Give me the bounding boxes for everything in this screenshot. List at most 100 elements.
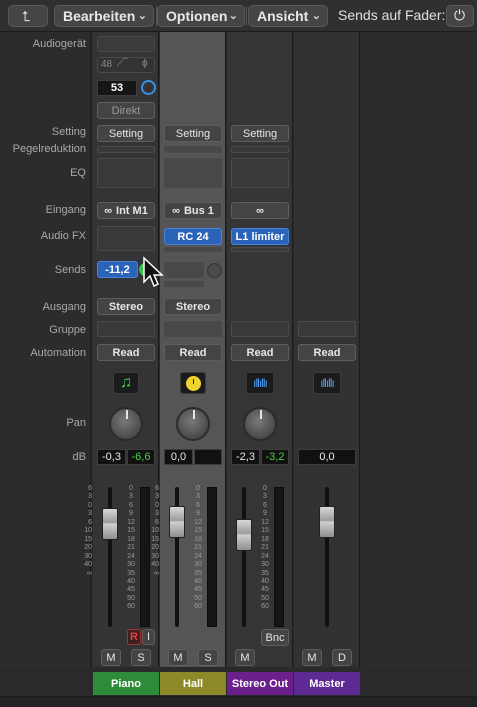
phase-invert-icon[interactable]: ϕ xyxy=(142,58,148,69)
gain-reduction-meter-stereo-out xyxy=(231,146,289,153)
volume-fader-master[interactable] xyxy=(319,506,335,538)
solo-button-piano[interactable]: S xyxy=(131,649,151,666)
volume-value-hall[interactable]: 0,0 xyxy=(164,449,193,465)
scale-tick-label: 18 xyxy=(127,535,135,543)
input-slot-piano[interactable]: ∞ Int M1 xyxy=(97,202,155,219)
scale-tick-label: 40 xyxy=(151,561,159,569)
chevron-down-icon: ⌄ xyxy=(228,10,238,22)
scale-tick-label: 3 xyxy=(155,493,159,501)
arrow-up-left-icon: ⮤ xyxy=(22,8,31,24)
volume-fader-piano[interactable] xyxy=(102,508,118,540)
eq-display-piano[interactable] xyxy=(97,158,155,188)
send-empty-slot-hall[interactable] xyxy=(164,281,204,287)
scale-tick-label: 35 xyxy=(261,569,269,577)
volume-value-stereo-out[interactable]: -2,3 xyxy=(231,449,260,465)
scale-tick-label: 10 xyxy=(151,527,159,535)
input-slot-hall[interactable]: ∞ Bus 1 xyxy=(164,202,222,219)
track-icon-master[interactable]: ıllıllı xyxy=(313,372,341,394)
track-icon-hall[interactable] xyxy=(180,372,206,394)
scale-tick-label: 20 xyxy=(151,544,159,552)
peak-value-stereo-out[interactable]: -3,2 xyxy=(261,449,289,465)
pan-knob-piano[interactable] xyxy=(109,407,143,441)
send-slot-hall[interactable] xyxy=(164,262,204,278)
output-slot-hall[interactable]: Stereo xyxy=(164,298,222,315)
meter-scale-stereo-out: 0 3 6 9 12 15 18 21 24 30 35 40 45 50 60 xyxy=(259,485,271,612)
scale-tick-label: 35 xyxy=(127,569,135,577)
label-setting: Setting xyxy=(51,126,86,138)
send-knob-hall[interactable] xyxy=(207,263,222,278)
audio-fx-slot-piano[interactable] xyxy=(97,226,155,251)
track-icon-stereo-out[interactable]: ıllıllı xyxy=(246,372,274,394)
mute-button-stereo-out[interactable]: M xyxy=(235,649,255,666)
bounce-button[interactable]: Bnc xyxy=(261,629,289,646)
volume-value-master[interactable]: 0,0 xyxy=(298,449,356,465)
automation-mode-piano[interactable]: Read xyxy=(97,344,155,361)
scale-tick-label: 35 xyxy=(194,569,202,577)
volume-fader-stereo-out[interactable] xyxy=(236,519,252,551)
setting-button-hall[interactable]: Setting xyxy=(164,125,222,142)
volume-fader-hall[interactable] xyxy=(169,506,185,538)
input-slot-stereo-out[interactable]: ∞ xyxy=(231,202,289,219)
eq-display-hall[interactable] xyxy=(164,158,222,188)
peak-value-piano[interactable]: -6,6 xyxy=(127,449,155,465)
input-monitoring-button[interactable]: I xyxy=(142,629,155,645)
link-icon: ∞ xyxy=(172,204,180,217)
scale-tick-label: 50 xyxy=(127,594,135,602)
audio-device-slot[interactable] xyxy=(97,36,155,52)
group-slot-stereo-out[interactable] xyxy=(231,321,289,337)
audio-fx-slot-hall[interactable]: RC 24 xyxy=(164,228,222,245)
automation-mode-master[interactable]: Read xyxy=(298,344,356,361)
scale-tick-label: 3 xyxy=(88,493,92,501)
music-note-icon: ♫ xyxy=(120,374,132,391)
mute-button-master[interactable]: M xyxy=(302,649,322,666)
send-slot-piano[interactable]: -11,2 xyxy=(97,261,138,278)
input-gain-knob[interactable] xyxy=(141,80,156,95)
track-name-piano[interactable]: Piano xyxy=(93,672,159,695)
direct-button[interactable]: Direkt xyxy=(97,102,155,119)
output-slot-piano[interactable]: Stereo xyxy=(97,298,155,315)
audio-fx-empty-slot-stereo-out[interactable] xyxy=(231,247,289,252)
scale-tick-label: ∞ xyxy=(87,569,92,577)
track-name-stereo-out[interactable]: Stereo Out xyxy=(227,672,293,695)
scale-tick-label: 15 xyxy=(194,527,202,535)
scale-tick-label: 3 xyxy=(263,493,267,501)
scale-tick-label: 3 xyxy=(155,510,159,518)
label-audio-fx: Audio FX xyxy=(40,230,86,242)
scale-tick-label: 18 xyxy=(194,535,202,543)
record-enable-button[interactable]: R xyxy=(127,629,141,645)
group-slot-master[interactable] xyxy=(298,321,356,337)
scale-tick-label: 0 xyxy=(88,501,92,509)
scale-tick-label: 0 xyxy=(129,485,133,492)
gain-reduction-meter-hall xyxy=(164,146,222,153)
automation-mode-stereo-out[interactable]: Read xyxy=(231,344,289,361)
track-name-hall[interactable]: Hall xyxy=(160,672,226,695)
pan-knob-stereo-out[interactable] xyxy=(243,407,277,441)
catch-back-button[interactable]: ⮤ xyxy=(8,5,48,27)
track-icon-piano[interactable]: ♫ xyxy=(113,372,139,394)
audio-fx-slot-stereo-out[interactable]: L1 limiter xyxy=(231,228,289,245)
dim-button-master[interactable]: D xyxy=(332,649,352,666)
eq-display-stereo-out[interactable] xyxy=(231,158,289,188)
mute-button-hall[interactable]: M xyxy=(168,649,188,666)
pan-knob-hall[interactable] xyxy=(176,407,210,441)
options-menu-button[interactable]: Optionen ⌄ xyxy=(157,5,245,27)
low-cut-icon[interactable]: ⟋‾ xyxy=(117,58,127,69)
group-slot-hall[interactable] xyxy=(164,321,222,337)
edit-menu-button[interactable]: Bearbeiten ⌄ xyxy=(54,5,154,27)
automation-mode-hall[interactable]: Read xyxy=(164,344,222,361)
setting-button-stereo-out[interactable]: Setting xyxy=(231,125,289,142)
scale-tick-label: 12 xyxy=(261,518,269,526)
input-monitor-value[interactable]: 53 xyxy=(97,80,137,96)
sends-on-faders-toggle[interactable]: ⏻ xyxy=(446,5,474,27)
volume-value-piano[interactable]: -0,3 xyxy=(97,449,126,465)
view-menu-button[interactable]: Ansicht ⌄ xyxy=(248,5,328,27)
peak-value-hall[interactable] xyxy=(194,449,222,465)
label-group: Gruppe xyxy=(49,324,86,336)
group-slot-piano[interactable] xyxy=(97,321,155,337)
mute-button-piano[interactable]: M xyxy=(101,649,121,666)
solo-button-hall[interactable]: S xyxy=(198,649,218,666)
audio-fx-empty-slot-hall[interactable] xyxy=(164,247,222,252)
setting-button-piano[interactable]: Setting xyxy=(97,125,155,142)
scale-tick-label: 6 xyxy=(88,485,92,492)
track-name-master[interactable]: Master xyxy=(294,672,360,695)
